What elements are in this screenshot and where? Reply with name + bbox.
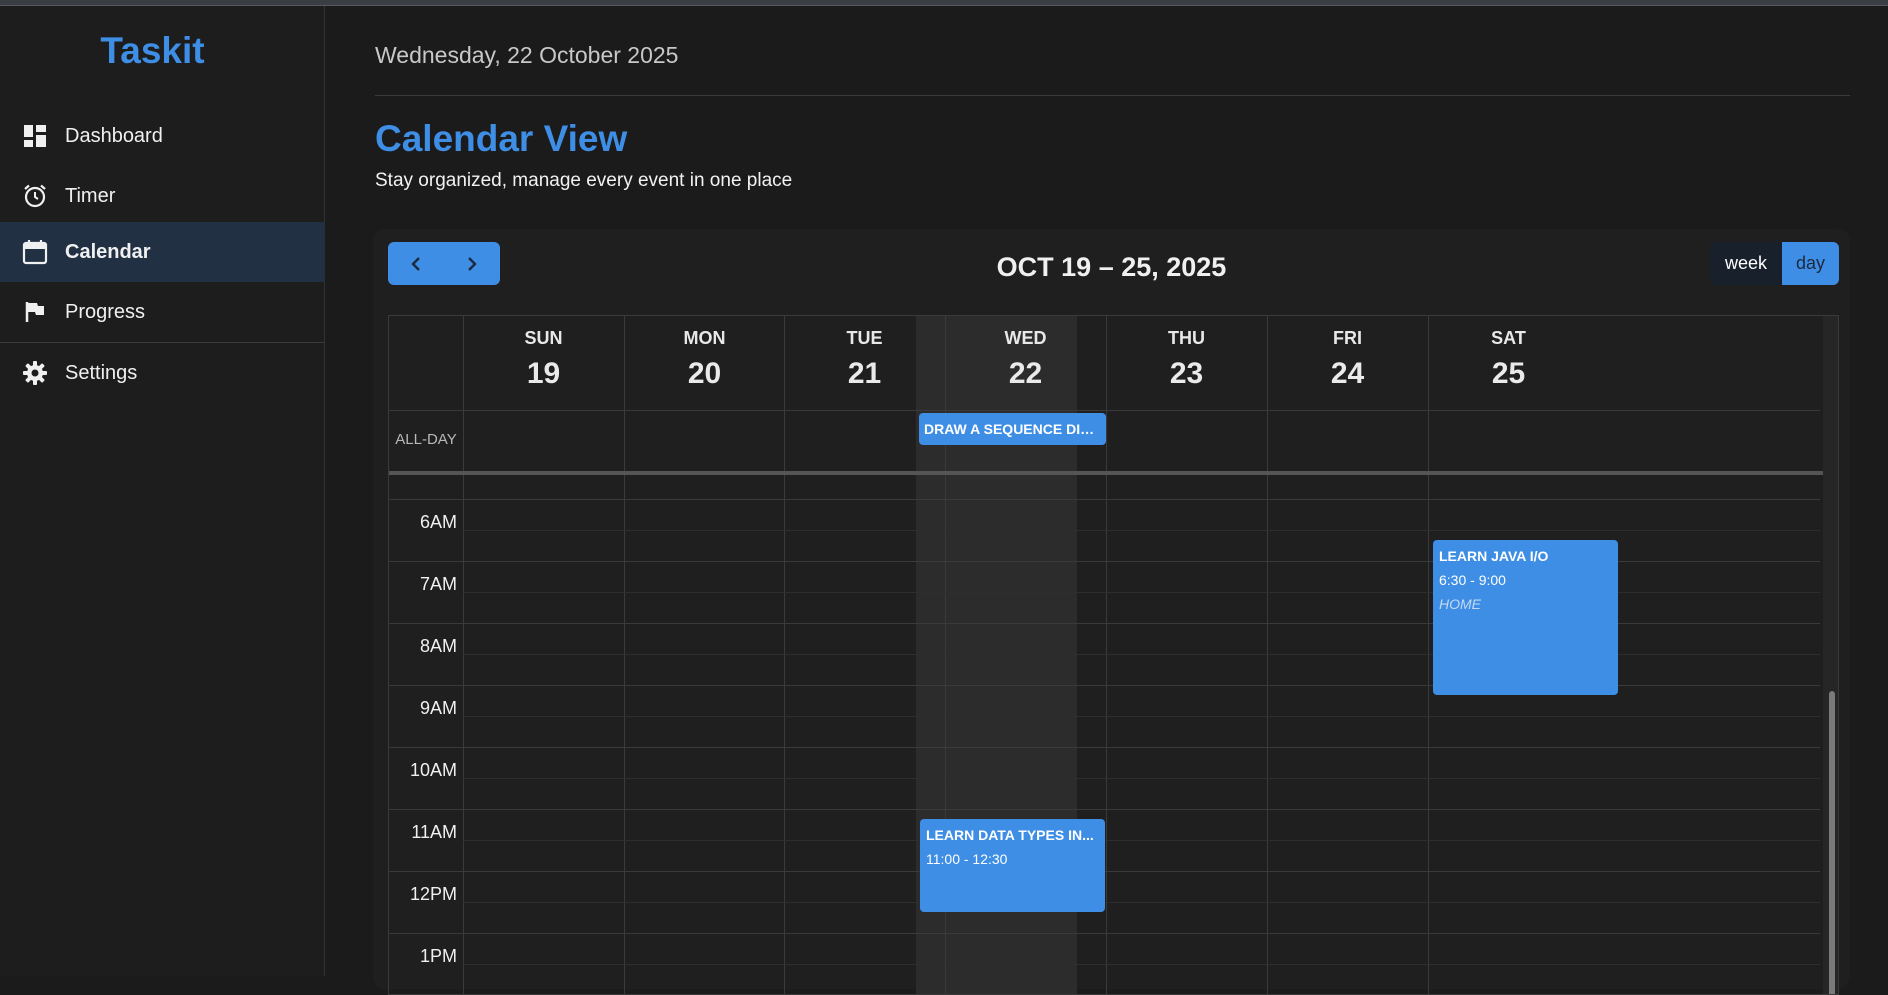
allday-event[interactable]: DRAW A SEQUENCE DIA... [919,413,1106,445]
time-label: 9AM [419,698,457,718]
gear-icon [22,360,48,386]
event-time: 6:30 - 9:00 [1439,572,1506,588]
week-grid: SUN 19 MON 20 TUE 21 WED 22 THU 23 FRI 2… [388,315,1839,995]
flag-icon [22,299,48,325]
sidebar: Taskit Dashboard Timer Calendar Progress… [0,6,325,976]
calendar-icon [22,239,48,265]
day-view-button[interactable]: day [1782,242,1839,285]
time-label: 7AM [419,574,457,594]
half-hour-line [463,902,1820,903]
event-location: HOME [1439,596,1481,612]
allday-separator [389,471,1838,475]
scrollbar-thumb[interactable] [1829,691,1835,994]
time-label: 6AM [419,512,457,532]
app-logo: Taskit [100,30,205,71]
page-title: Calendar View [375,118,628,159]
sidebar-item-settings[interactable]: Settings [0,343,325,403]
column-divider [463,316,464,994]
event-title: LEARN DATA TYPES IN... [926,827,1094,843]
event-time: 11:00 - 12:30 [926,851,1008,867]
sidebar-item-calendar[interactable]: Calendar [0,222,325,282]
week-view-button[interactable]: week [1710,242,1782,285]
hour-line [389,747,1820,748]
main-content: Wednesday, 22 October 2025 Calendar View… [325,6,1888,995]
header-row-divider [389,410,1820,411]
column-divider [784,316,785,994]
half-hour-line [463,964,1820,965]
header-divider [375,95,1850,96]
sidebar-item-dashboard[interactable]: Dashboard [0,106,325,166]
time-label: 10AM [409,760,457,780]
sidebar-item-label: Progress [65,300,146,323]
alarm-clock-icon [22,183,48,209]
event-card[interactable]: LEARN JAVA I/O 6:30 - 9:00 HOME [1433,540,1618,695]
event-title: LEARN JAVA I/O [1439,548,1549,564]
time-label: 8AM [419,636,457,656]
column-divider [1428,316,1429,994]
half-hour-line [463,778,1820,779]
sidebar-item-progress[interactable]: Progress [0,282,325,342]
hour-line [389,809,1820,810]
day-header-sat: SAT [1491,328,1526,348]
day-number[interactable]: 25 [1412,357,1605,391]
calendar-range-title: OCT 19 – 25, 2025 [996,252,1227,282]
sidebar-item-label: Timer [65,184,116,207]
allday-label: ALL-DAY [395,431,457,448]
event-card[interactable]: LEARN DATA TYPES IN... 11:00 - 12:30 [920,819,1105,912]
sidebar-item-timer[interactable]: Timer [0,166,325,226]
half-hour-line [463,840,1820,841]
half-hour-line [463,716,1820,717]
sidebar-item-label: Dashboard [65,124,163,147]
calendar-panel: OCT 19 – 25, 2025 week day SUN 19 MON 20… [373,229,1850,995]
dashboard-icon [22,123,48,149]
column-divider [1267,316,1268,994]
view-toggle: week day [1710,242,1839,285]
time-label: 11AM [411,822,457,842]
column-divider [624,316,625,994]
sidebar-item-label: Settings [65,361,138,384]
page-subtitle: Stay organized, manage every event in on… [375,170,793,191]
hour-line [389,499,1820,500]
time-label: 12PM [409,884,457,904]
time-label: 1PM [419,946,457,966]
hour-line [389,933,1820,934]
sidebar-item-label: Calendar [65,240,151,263]
column-divider [1106,316,1107,994]
half-hour-line [463,530,1820,531]
current-date: Wednesday, 22 October 2025 [375,42,679,68]
